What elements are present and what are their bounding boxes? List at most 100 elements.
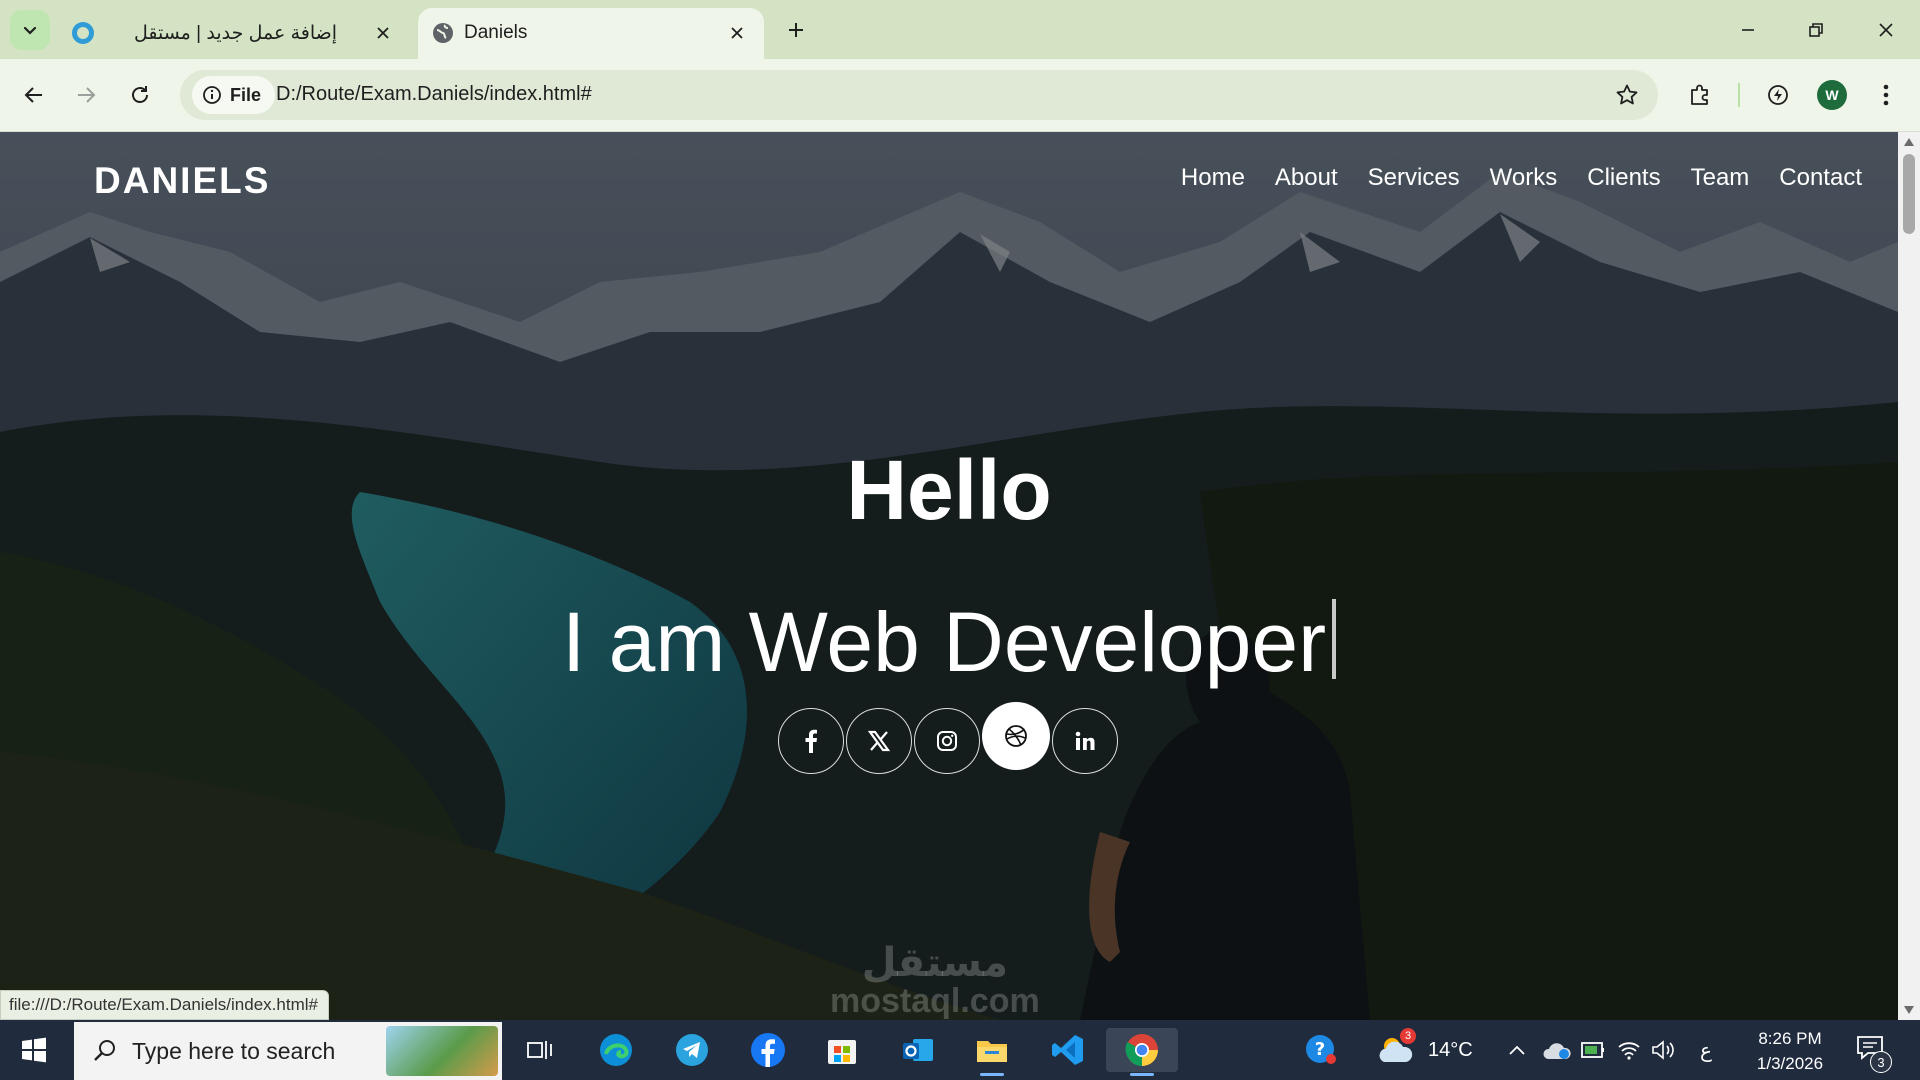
site-logo[interactable]: DANIELS bbox=[94, 160, 270, 202]
hero-background-image bbox=[0, 132, 1898, 1020]
facebook-icon bbox=[751, 1033, 785, 1067]
dribbble-icon bbox=[1005, 725, 1027, 747]
microsoft-store-icon bbox=[828, 1040, 856, 1064]
edge-app[interactable] bbox=[592, 1028, 640, 1072]
nav-link-clients[interactable]: Clients bbox=[1587, 164, 1660, 192]
cloud-icon bbox=[1543, 1043, 1571, 1059]
restore-button[interactable] bbox=[1788, 10, 1844, 50]
energy-saver-icon bbox=[1768, 85, 1788, 105]
outlook-app[interactable] bbox=[894, 1028, 942, 1072]
taskbar-search-box[interactable]: Type here to search bbox=[74, 1022, 502, 1080]
volume-icon bbox=[1652, 1040, 1674, 1060]
chip-label: File bbox=[230, 84, 262, 105]
x-twitter-link[interactable] bbox=[846, 708, 912, 774]
nav-link-works[interactable]: Works bbox=[1490, 164, 1558, 192]
weather-badge: 3 bbox=[1400, 1028, 1416, 1044]
instagram-icon bbox=[937, 731, 957, 751]
browser-menu-button[interactable] bbox=[1868, 77, 1904, 113]
battery-tray-icon[interactable] bbox=[1580, 1034, 1606, 1066]
vscode-app[interactable] bbox=[1044, 1028, 1092, 1072]
facebook-link[interactable] bbox=[778, 708, 844, 774]
more-vertical-icon bbox=[1883, 84, 1889, 106]
star-icon bbox=[1616, 84, 1638, 105]
weather-widget[interactable]: 3 14°C bbox=[1376, 1028, 1473, 1066]
forward-button[interactable] bbox=[64, 73, 108, 117]
windows-logo-icon bbox=[22, 1037, 46, 1063]
chevron-down-icon bbox=[23, 26, 37, 35]
nav-link-services[interactable]: Services bbox=[1368, 164, 1460, 192]
clock-date: 1/3/2026 bbox=[1756, 1054, 1824, 1073]
hero-typed-text: I am Web Developer bbox=[561, 595, 1327, 689]
help-tray-icon[interactable]: ? bbox=[1304, 1034, 1338, 1066]
profile-avatar[interactable]: W bbox=[1817, 80, 1847, 110]
notification-count-badge: 3 bbox=[1870, 1051, 1892, 1073]
url-text[interactable]: D:/Route/Exam.Daniels/index.html# bbox=[276, 83, 592, 106]
nav-link-home[interactable]: Home bbox=[1181, 164, 1245, 192]
mostaql-favicon-icon bbox=[72, 22, 94, 44]
chrome-app[interactable] bbox=[1106, 1028, 1178, 1076]
address-bar[interactable]: File D:/Route/Exam.Daniels/index.html# bbox=[180, 70, 1658, 120]
telegram-icon bbox=[676, 1034, 708, 1066]
linkedin-link[interactable] bbox=[1052, 708, 1118, 774]
app-running-indicator bbox=[980, 1073, 1004, 1076]
browser-toolbar: File D:/Route/Exam.Daniels/index.html# W bbox=[0, 59, 1920, 132]
vscode-icon bbox=[1052, 1035, 1083, 1065]
arrow-right-icon bbox=[78, 87, 96, 103]
search-placeholder: Type here to search bbox=[132, 1038, 336, 1064]
extensions-button[interactable] bbox=[1682, 77, 1718, 113]
svg-text:?: ? bbox=[1315, 1039, 1325, 1060]
edge-icon bbox=[600, 1034, 632, 1066]
search-icon bbox=[94, 1040, 115, 1061]
task-view-button[interactable] bbox=[516, 1028, 564, 1072]
show-hidden-icons-button[interactable] bbox=[1508, 1034, 1526, 1066]
facebook-icon bbox=[805, 729, 817, 753]
onedrive-tray-icon[interactable] bbox=[1542, 1034, 1572, 1066]
close-window-button[interactable] bbox=[1858, 10, 1914, 50]
tab-mostaql[interactable]: إضافة عمل جديد | مستقل bbox=[58, 8, 410, 59]
nav-link-team[interactable]: Team bbox=[1691, 164, 1750, 192]
file-explorer-app[interactable] bbox=[968, 1028, 1016, 1076]
outlook-icon bbox=[903, 1039, 933, 1061]
restore-icon bbox=[1809, 23, 1823, 37]
back-button[interactable] bbox=[12, 73, 56, 117]
input-language-indicator[interactable]: ع bbox=[1700, 1034, 1712, 1066]
wifi-icon bbox=[1618, 1042, 1640, 1060]
volume-tray-icon[interactable] bbox=[1650, 1034, 1676, 1066]
close-tab-icon[interactable] bbox=[370, 20, 396, 46]
close-tab-icon[interactable] bbox=[724, 20, 750, 46]
reload-button[interactable] bbox=[118, 73, 162, 117]
start-button[interactable] bbox=[14, 1032, 54, 1068]
tab-daniels[interactable]: Daniels bbox=[418, 8, 764, 59]
page-scrollbar[interactable] bbox=[1898, 132, 1920, 1020]
mostaql-watermark: مستقل mostaql.com bbox=[830, 943, 1040, 1020]
notification-center-button[interactable]: 3 bbox=[1856, 1034, 1892, 1073]
performance-button[interactable] bbox=[1760, 77, 1796, 113]
toolbar-separator bbox=[1738, 83, 1740, 107]
bookmark-button[interactable] bbox=[1612, 80, 1642, 110]
wifi-tray-icon[interactable] bbox=[1616, 1034, 1642, 1066]
instagram-link[interactable] bbox=[914, 708, 980, 774]
scroll-down-arrow-icon[interactable] bbox=[1904, 1006, 1914, 1014]
tab-search-button[interactable] bbox=[10, 10, 50, 50]
dribbble-link[interactable] bbox=[982, 702, 1050, 770]
tab-title: Daniels bbox=[464, 22, 528, 43]
scrollbar-thumb[interactable] bbox=[1903, 154, 1915, 234]
facebook-app[interactable] bbox=[744, 1028, 792, 1072]
temperature-text: 14°C bbox=[1428, 1038, 1473, 1061]
scroll-up-arrow-icon[interactable] bbox=[1904, 138, 1914, 146]
site-info-chip[interactable]: File bbox=[192, 76, 276, 114]
taskbar-clock[interactable]: 8:26 PM 1/3/2026 bbox=[1736, 1026, 1844, 1076]
clock-time: 8:26 PM bbox=[1758, 1029, 1822, 1048]
microsoft-store-app[interactable] bbox=[818, 1028, 866, 1072]
telegram-app[interactable] bbox=[668, 1028, 716, 1072]
nav-link-contact[interactable]: Contact bbox=[1779, 164, 1862, 192]
watermark-latin: mostaql.com bbox=[830, 982, 1040, 1020]
x-twitter-icon bbox=[868, 730, 890, 752]
reload-icon bbox=[132, 86, 148, 103]
minimize-button[interactable] bbox=[1720, 10, 1776, 50]
linkedin-icon bbox=[1075, 731, 1095, 750]
new-tab-button[interactable] bbox=[780, 14, 812, 46]
nav-link-about[interactable]: About bbox=[1275, 164, 1338, 192]
battery-icon bbox=[1581, 1042, 1604, 1058]
search-highlight-image bbox=[386, 1026, 498, 1076]
